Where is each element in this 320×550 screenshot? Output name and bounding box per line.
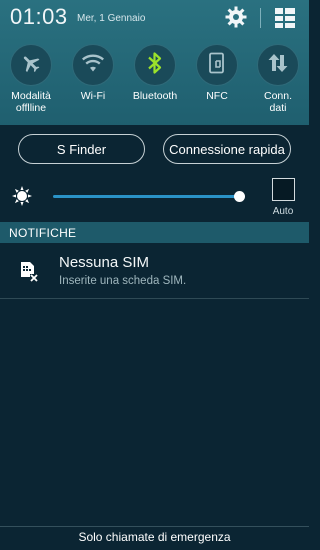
mobile-data-toggle[interactable]: Conn. dati [247,42,309,122]
airplane-icon [20,52,42,79]
toggle-label: Modalità offlline [11,90,51,114]
bluetooth-icon [146,51,164,80]
toggle-label: NFC [206,90,228,102]
notification-item[interactable]: Nessuna SIM Inserite una scheda SIM. [0,244,309,299]
sun-icon [12,186,32,206]
data-arrows-icon [267,52,289,79]
brightness-slider[interactable] [53,195,242,198]
auto-brightness-label: Auto [272,206,294,217]
status-bar: 01:03 Mer, 1 Gennaio [0,0,309,36]
nfc-toggle[interactable]: NFC [186,42,248,122]
notification-subtitle: Inserite una scheda SIM. [59,275,187,287]
notifications-header: NOTIFICHE [0,222,309,243]
clock: 01:03 [10,4,68,29]
auto-brightness-checkbox[interactable] [272,178,295,201]
wifi-toggle[interactable]: Wi-Fi [62,42,124,122]
toggle-circle [10,44,52,86]
gear-icon[interactable] [224,5,248,29]
toggle-circle [257,44,299,86]
bluetooth-toggle[interactable]: Bluetooth [124,42,186,122]
emergency-calls-label: Solo chiamate di emergenza [78,530,231,544]
airplane-mode-toggle[interactable]: Modalità offlline [0,42,62,122]
date: Mer, 1 Gennaio [77,13,146,24]
notifications-header-label: NOTIFICHE [9,225,77,240]
toggle-label: Bluetooth [132,90,178,102]
divider [0,526,309,527]
no-sim-icon [19,261,39,283]
quick-panel: 01:03 Mer, 1 Gennaio Modalità offlline W… [0,0,309,125]
brightness-slider-handle[interactable] [234,191,245,202]
toggle-circle [72,44,114,86]
quick-toggles: Modalità offlline Wi-Fi Bluetooth NFC Co… [0,42,309,122]
toggle-label: Wi-Fi [80,90,106,102]
toggle-circle [134,44,176,86]
brightness-row: Auto [0,174,309,222]
nfc-icon [207,52,227,79]
quick-connect-button[interactable]: Connessione rapida [163,134,291,164]
wifi-icon [81,53,105,78]
divider [260,8,261,28]
edit-grid-icon[interactable] [274,7,296,29]
divider [0,298,309,299]
s-finder-button[interactable]: S Finder [18,134,145,164]
shortcut-buttons: S Finder Connessione rapida [0,126,309,174]
toggle-label: Conn. dati [263,90,293,114]
toggle-circle [196,44,238,86]
notification-title: Nessuna SIM [59,254,150,271]
